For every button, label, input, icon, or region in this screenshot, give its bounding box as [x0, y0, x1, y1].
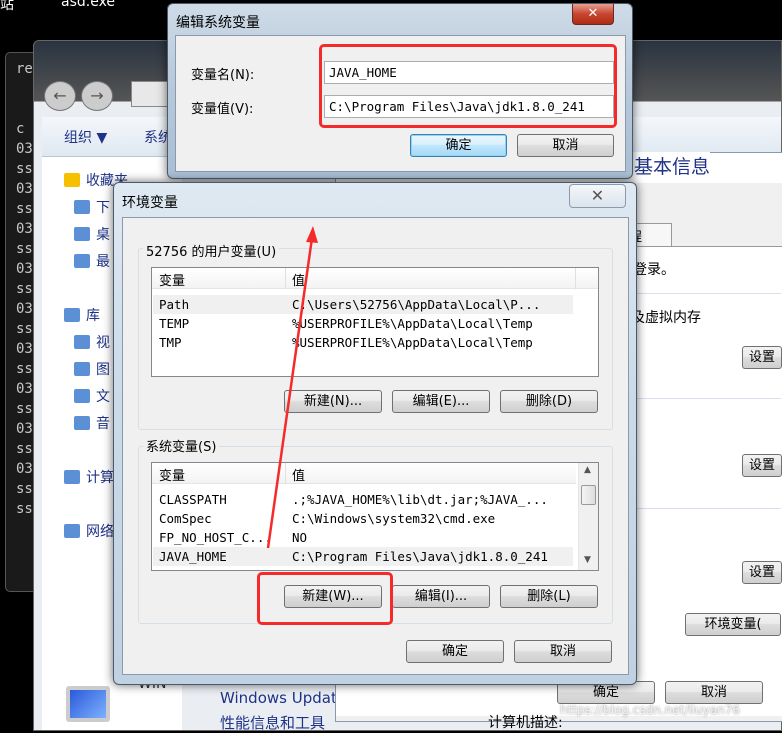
watermark: https://blog.csdn.net/liuyan76 [560, 703, 740, 717]
arrow-line [266, 237, 314, 549]
red-arrow-annotation [266, 226, 318, 549]
arrow-head [306, 226, 318, 243]
